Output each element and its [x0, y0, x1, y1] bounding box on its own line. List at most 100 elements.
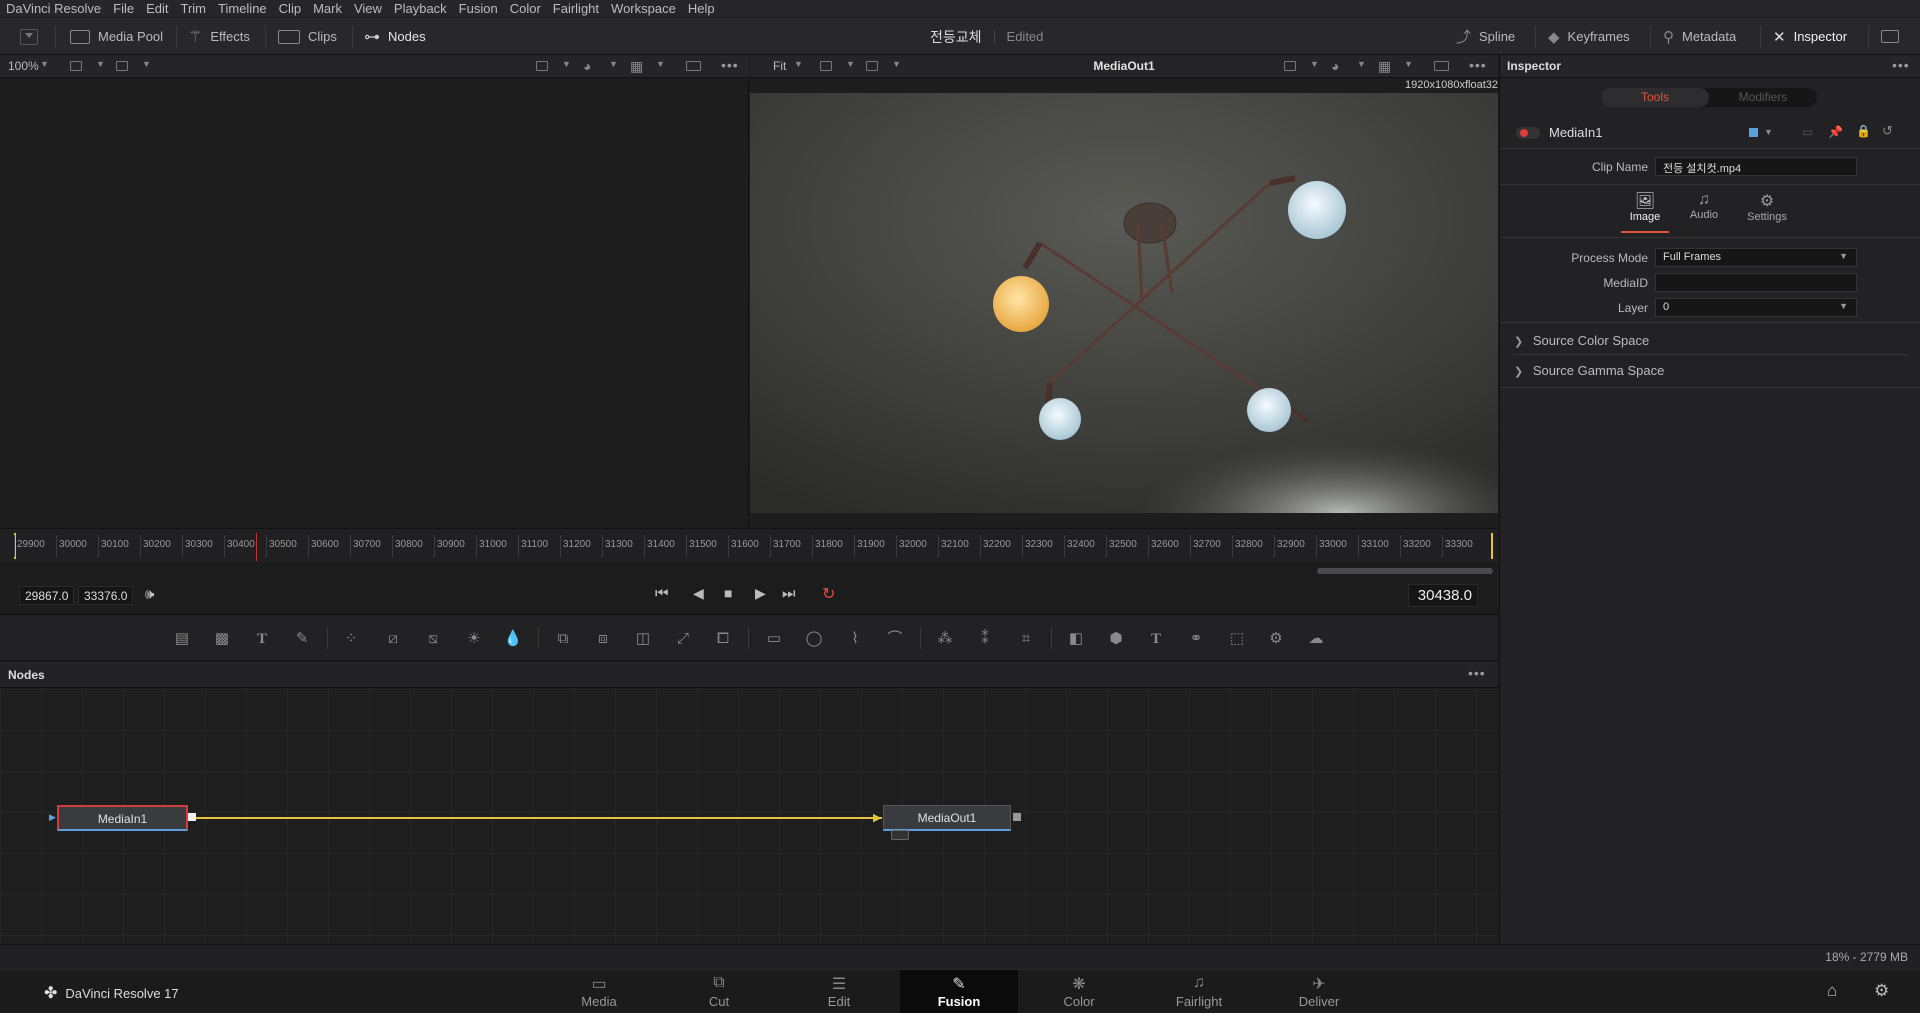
more-options-icon[interactable]: •••: [1468, 665, 1486, 681]
node-output-port[interactable]: [188, 813, 196, 821]
color-curves-tool-icon[interactable]: ⧄: [383, 629, 403, 649]
channel-booleans-tool-icon[interactable]: ⧈: [593, 629, 613, 649]
tracker-icon[interactable]: ⁂: [935, 629, 955, 649]
go-to-end-icon[interactable]: ⏭: [782, 585, 796, 602]
text-tool-icon[interactable]: T: [252, 629, 272, 649]
ruler-scrollbar[interactable]: [0, 563, 1498, 577]
panel-toggle-button[interactable]: [20, 18, 38, 55]
merge-3d-icon[interactable]: ⚭: [1186, 629, 1206, 649]
node-mediaout1[interactable]: MediaOut1: [883, 805, 1011, 831]
node-output-port[interactable]: [1013, 813, 1021, 821]
menu-help[interactable]: Help: [682, 0, 721, 17]
right-viewer[interactable]: 1920x1080xfloat32: [750, 79, 1498, 528]
menu-view[interactable]: View: [348, 0, 388, 17]
tab-tools[interactable]: Tools: [1601, 88, 1709, 107]
camera-tracker-icon[interactable]: ⌗: [1016, 629, 1036, 649]
image-plane-3d-icon[interactable]: ◧: [1066, 629, 1086, 649]
tool-enable-toggle[interactable]: [1516, 127, 1540, 139]
menu-fairlight[interactable]: Fairlight: [547, 0, 605, 17]
node-editor[interactable]: ▶ ▶ MediaIn1 MediaOut1: [0, 689, 1498, 944]
speaker-icon[interactable]: 🕪: [145, 586, 154, 603]
menu-timeline[interactable]: Timeline: [212, 0, 273, 17]
rectangle-mask-icon[interactable]: ▭: [764, 629, 784, 649]
page-color[interactable]: ❋ Color: [1020, 970, 1138, 1013]
go-to-start-icon[interactable]: ⏮: [655, 585, 669, 602]
playhead[interactable]: [256, 533, 257, 561]
loop-icon[interactable]: ↻: [822, 584, 835, 604]
grid-icon[interactable]: ▦: [630, 58, 643, 75]
text-3d-icon[interactable]: T: [1146, 629, 1166, 649]
chevron-down-icon[interactable]: ▼: [1764, 127, 1773, 137]
left-zoom-select[interactable]: 100%: [8, 59, 39, 73]
effects-button[interactable]: ⚚ Effects: [188, 18, 250, 55]
particles-tool-icon[interactable]: ⁘: [341, 629, 361, 649]
lock-icon[interactable]: 🔒: [1856, 124, 1871, 138]
home-icon[interactable]: ⌂: [1827, 981, 1837, 1001]
more-options-icon[interactable]: •••: [721, 57, 739, 73]
shape-3d-icon[interactable]: ⬢: [1106, 629, 1126, 649]
page-fairlight[interactable]: ♫ Fairlight: [1140, 970, 1258, 1013]
polygon-mask-icon[interactable]: ⌇: [845, 629, 865, 649]
page-deliver[interactable]: ✈ Deliver: [1260, 970, 1378, 1013]
menu-playback[interactable]: Playback: [388, 0, 453, 17]
more-options-icon[interactable]: •••: [1892, 57, 1910, 73]
background-tool-icon[interactable]: ▤: [172, 629, 192, 649]
brightness-tool-icon[interactable]: ☀: [464, 629, 484, 649]
clips-button[interactable]: Clips: [278, 18, 337, 55]
fullscreen-view-icon[interactable]: [686, 61, 701, 71]
fullscreen-view-icon[interactable]: [1434, 61, 1449, 71]
page-fusion[interactable]: ✎ Fusion: [900, 970, 1018, 1013]
menu-fusion[interactable]: Fusion: [453, 0, 504, 17]
mediaid-field[interactable]: [1655, 273, 1857, 292]
tool-color-swatch[interactable]: [1749, 128, 1758, 137]
node-mediain1[interactable]: MediaIn1: [57, 805, 188, 831]
page-edit[interactable]: ☰ Edit: [780, 970, 898, 1013]
spot-light-icon[interactable]: ☁: [1306, 629, 1326, 649]
roi-icon[interactable]: [1284, 61, 1296, 71]
menu-davinci-resolve[interactable]: DaVinci Resolve: [0, 0, 107, 17]
range-end-marker[interactable]: [1491, 533, 1493, 559]
subtab-image[interactable]: 🖼 Image: [1621, 191, 1669, 233]
scroll-thumb[interactable]: [1317, 568, 1493, 574]
roi-icon[interactable]: [536, 61, 548, 71]
grid-icon[interactable]: ▦: [1378, 58, 1391, 75]
nodes-button[interactable]: ⊶ Nodes: [364, 18, 426, 55]
subtab-settings[interactable]: ⚙ Settings: [1737, 191, 1797, 233]
menu-color[interactable]: Color: [504, 0, 547, 17]
color-channel-icon[interactable]: ◕: [1331, 58, 1339, 74]
page-cut[interactable]: ⧉ Cut: [660, 970, 778, 1013]
color-corrector-tool-icon[interactable]: ⧅: [423, 629, 443, 649]
render-start-field[interactable]: 29867.0: [19, 586, 75, 605]
play-icon[interactable]: ▶: [755, 585, 766, 602]
menu-clip[interactable]: Clip: [273, 0, 307, 17]
viewer-layout-icon[interactable]: [70, 61, 82, 71]
subtab-audio[interactable]: ♫ Audio: [1680, 191, 1728, 233]
node-view-toggle[interactable]: [891, 830, 909, 840]
gear-icon[interactable]: ⚙: [1874, 981, 1889, 1001]
color-channel-icon[interactable]: ◕: [583, 58, 591, 74]
menu-file[interactable]: File: [107, 0, 140, 17]
resize-tool-icon[interactable]: ⤢: [673, 629, 693, 649]
current-frame-field[interactable]: 30438.0: [1408, 584, 1478, 607]
pin-icon[interactable]: 📌: [1828, 125, 1843, 139]
ellipse-mask-icon[interactable]: ◯: [804, 629, 824, 649]
keyframes-button[interactable]: ◆ Keyframes: [1548, 18, 1630, 55]
bspline-mask-icon[interactable]: ⌒: [885, 629, 905, 649]
blur-tool-icon[interactable]: 💧: [503, 629, 523, 649]
renderer-3d-icon[interactable]: ⬚: [1227, 629, 1247, 649]
reset-icon[interactable]: ↺: [1882, 123, 1893, 139]
inspector-button[interactable]: ✕ Inspector: [1773, 18, 1847, 55]
viewer-lut-icon[interactable]: [116, 61, 128, 71]
clip-name-field[interactable]: 전등 설치컷.mp4: [1655, 157, 1857, 176]
time-ruler[interactable]: 29900 30000 30100 30200 30300 30400 30500 30600…: [0, 528, 1498, 562]
tab-modifiers[interactable]: Modifiers: [1709, 88, 1817, 107]
layer-select[interactable]: 0 ▼: [1655, 298, 1857, 317]
fast-noise-tool-icon[interactable]: ▩: [212, 629, 232, 649]
paint-tool-icon[interactable]: ✎: [292, 629, 312, 649]
transform-tool-icon[interactable]: ⧠: [713, 629, 733, 649]
spline-button[interactable]: ⤴ Spline: [1456, 18, 1515, 55]
camera-3d-icon[interactable]: ⚙: [1266, 629, 1286, 649]
metadata-button[interactable]: ⚲ Metadata: [1663, 18, 1736, 55]
more-options-icon[interactable]: •••: [1469, 57, 1487, 73]
media-pool-button[interactable]: Media Pool: [70, 18, 163, 55]
